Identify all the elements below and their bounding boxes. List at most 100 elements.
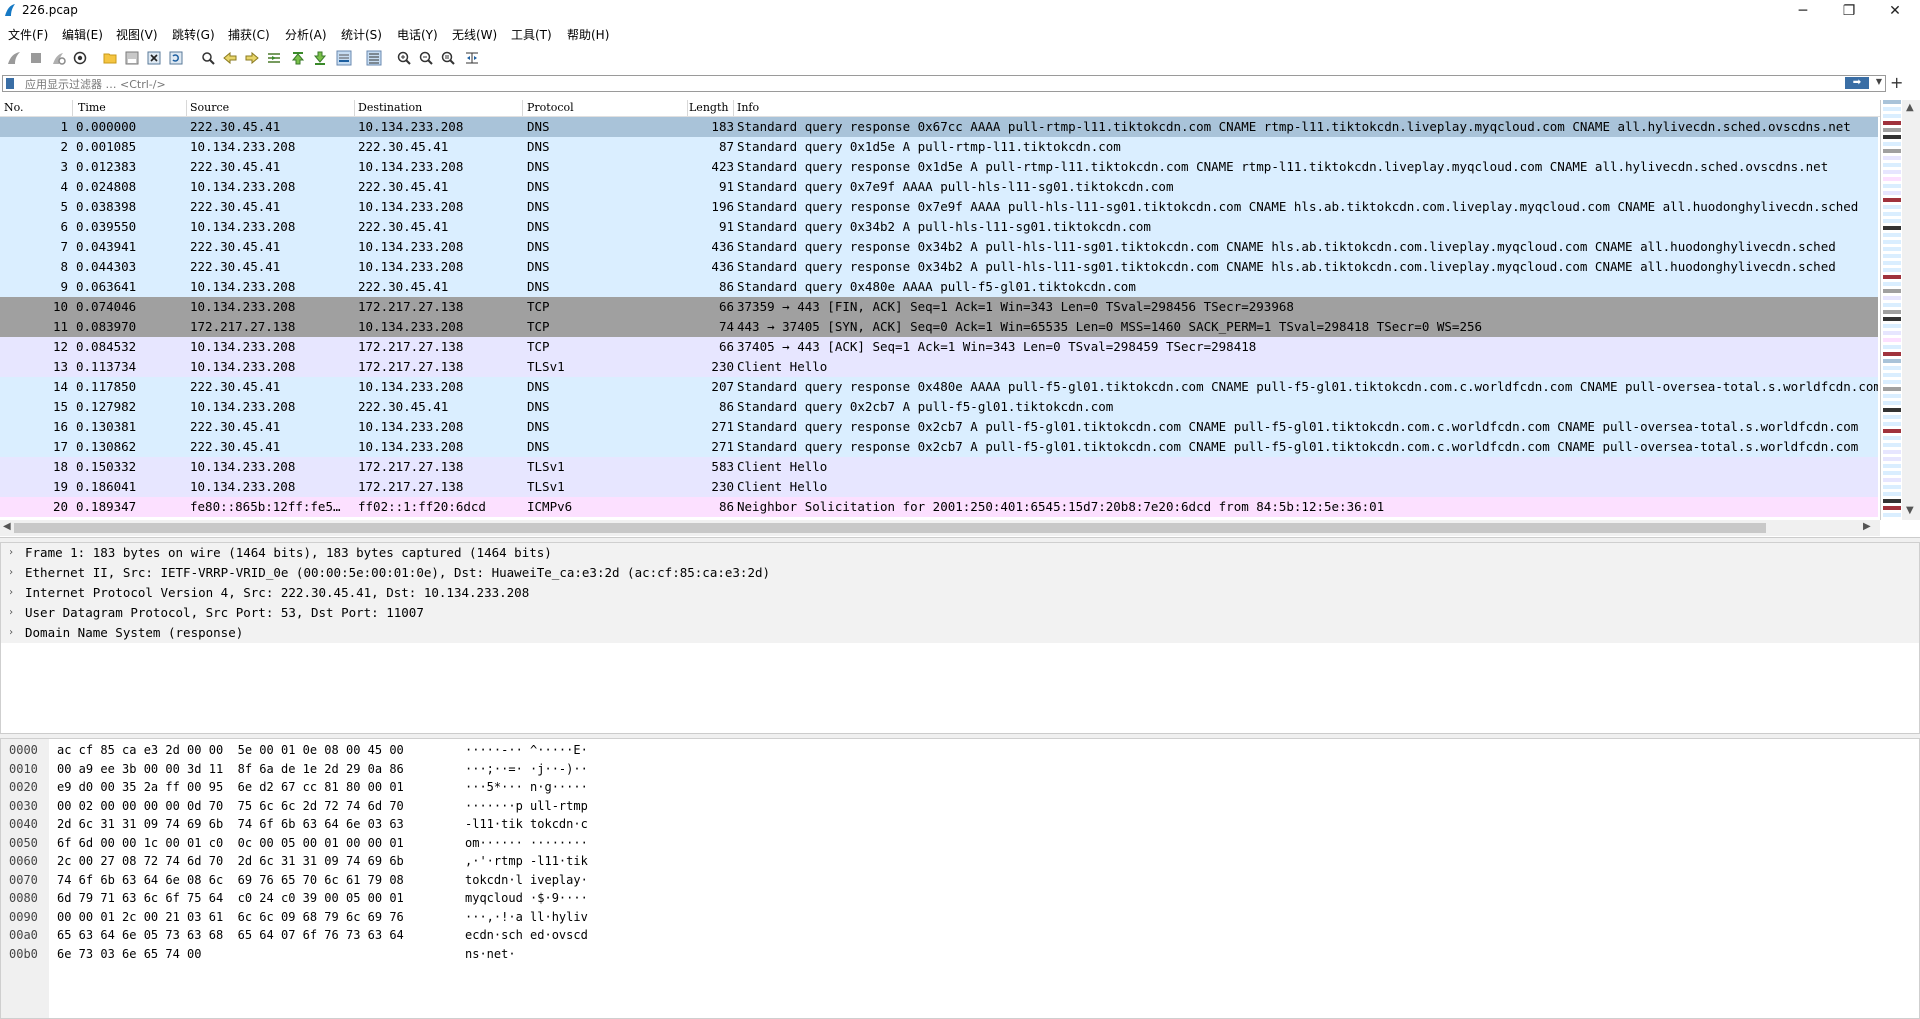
ascii-bytes[interactable]: ns·net·: [465, 945, 516, 963]
column-protocol[interactable]: Protocol: [527, 101, 574, 115]
packet-row[interactable]: 7 0.043941 222.30.45.41 10.134.233.208 DNS 43…: [0, 237, 1878, 257]
expand-chevron-icon[interactable]: ›: [8, 623, 14, 643]
column-no[interactable]: No.: [4, 101, 24, 115]
scroll-down-icon[interactable]: ▼: [1906, 505, 1914, 516]
packet-row[interactable]: 14 0.117850 222.30.45.41 10.134.233.208 DNS 2…: [0, 377, 1878, 397]
expand-chevron-icon[interactable]: ›: [8, 603, 14, 623]
column-divider[interactable]: [72, 100, 73, 116]
apply-filter-button[interactable]: ➡: [1845, 77, 1869, 89]
column-length[interactable]: Length: [689, 101, 728, 115]
detail-tree-item[interactable]: › Frame 1: 183 bytes on wire (1464 bits),…: [1, 543, 1919, 563]
ascii-bytes[interactable]: ···;··=· ·j··-)··: [465, 760, 588, 778]
add-filter-button[interactable]: +: [1890, 73, 1903, 92]
expand-chevron-icon[interactable]: ›: [8, 543, 14, 563]
packet-row[interactable]: 18 0.150332 10.134.233.208 172.217.27.138 TL…: [0, 457, 1878, 477]
packet-row[interactable]: 3 0.012383 222.30.45.41 10.134.233.208 DNS 42…: [0, 157, 1878, 177]
hex-bytes[interactable]: 65 63 64 6e 05 73 63 68 65 64 07 6f 76 7…: [57, 926, 404, 944]
go-to-packet-icon[interactable]: [266, 50, 282, 66]
ascii-bytes[interactable]: myqcloud ·$·9····: [465, 889, 588, 907]
zoom-out-icon[interactable]: [418, 50, 434, 66]
menu-help[interactable]: 帮助(H): [567, 26, 609, 43]
go-back-icon[interactable]: [222, 50, 238, 66]
maximize-button[interactable]: ❐: [1826, 0, 1872, 22]
packet-list-vscrollbar[interactable]: ▲ ▼: [1902, 100, 1920, 520]
column-divider[interactable]: [522, 100, 523, 116]
column-destination[interactable]: Destination: [358, 101, 422, 115]
column-divider[interactable]: [687, 100, 688, 116]
detail-tree-item[interactable]: › Internet Protocol Version 4, Src: 222.3…: [1, 583, 1919, 603]
column-divider[interactable]: [733, 100, 734, 116]
column-info[interactable]: Info: [737, 101, 759, 115]
chevron-down-icon[interactable]: ▼: [1876, 77, 1882, 86]
resize-columns-icon[interactable]: [464, 50, 480, 66]
packet-row[interactable]: 6 0.039550 10.134.233.208 222.30.45.41 DNS 91…: [0, 217, 1878, 237]
packet-bytes[interactable]: 0000 ac cf 85 ca e3 2d 00 00 5e 00 01 0e …: [0, 738, 1920, 1019]
detail-tree-item[interactable]: › Domain Name System (response): [1, 623, 1919, 643]
menu-telephony[interactable]: 电话(Y): [397, 26, 438, 43]
expand-chevron-icon[interactable]: ›: [8, 563, 14, 583]
hex-bytes[interactable]: ac cf 85 ca e3 2d 00 00 5e 00 01 0e 08 0…: [57, 741, 404, 759]
packet-row[interactable]: 11 0.083970 172.217.27.138 10.134.233.208 TC…: [0, 317, 1878, 337]
start-capture-icon[interactable]: [6, 50, 22, 66]
column-divider[interactable]: [354, 100, 355, 116]
restart-capture-icon[interactable]: [50, 50, 66, 66]
detail-tree-item[interactable]: › Ethernet II, Src: IETF-VRRP-VRID_0e (00…: [1, 563, 1919, 583]
autoscroll-icon[interactable]: [336, 50, 352, 66]
capture-options-icon[interactable]: [72, 50, 88, 66]
packet-row[interactable]: 2 0.001085 10.134.233.208 222.30.45.41 DNS 87…: [0, 137, 1878, 157]
packet-row[interactable]: 16 0.130381 222.30.45.41 10.134.233.208 DNS 2…: [0, 417, 1878, 437]
zoom-normal-icon[interactable]: [440, 50, 456, 66]
go-first-packet-icon[interactable]: [290, 50, 306, 66]
hex-bytes[interactable]: 6f 6d 00 00 1c 00 01 c0 0c 00 05 00 01 0…: [57, 834, 404, 852]
column-time[interactable]: Time: [78, 101, 106, 115]
packet-row[interactable]: 19 0.186041 10.134.233.208 172.217.27.138 TL…: [0, 477, 1878, 497]
ascii-bytes[interactable]: ,·'·rtmp -l11·tik: [465, 852, 588, 870]
scroll-right-icon[interactable]: ▶: [1863, 521, 1871, 532]
menu-wireless[interactable]: 无线(W): [452, 26, 497, 43]
hex-bytes[interactable]: 74 6f 6b 63 64 6e 08 6c 69 76 65 70 6c 6…: [57, 871, 404, 889]
menu-file[interactable]: 文件(F): [8, 26, 48, 43]
ascii-bytes[interactable]: ·······p ull-rtmp: [465, 797, 588, 815]
packet-details[interactable]: › Frame 1: 183 bytes on wire (1464 bits),…: [0, 542, 1920, 734]
hscroll-thumb[interactable]: [14, 523, 1766, 533]
column-divider[interactable]: [186, 100, 187, 116]
ascii-bytes[interactable]: ···5*··· n·g·····: [465, 778, 588, 796]
scroll-up-icon[interactable]: ▲: [1906, 102, 1914, 113]
ascii-bytes[interactable]: tokcdn·l iveplay·: [465, 871, 588, 889]
close-button[interactable]: ✕: [1872, 0, 1918, 22]
bookmark-icon[interactable]: [6, 78, 14, 89]
reload-file-icon[interactable]: [168, 50, 184, 66]
menu-analyze[interactable]: 分析(A): [285, 26, 327, 43]
packet-row[interactable]: 5 0.038398 222.30.45.41 10.134.233.208 DNS 19…: [0, 197, 1878, 217]
hex-bytes[interactable]: 2d 6c 31 31 09 74 69 6b 74 6f 6b 63 64 6…: [57, 815, 404, 833]
menu-edit[interactable]: 编辑(E): [62, 26, 103, 43]
column-source[interactable]: Source: [190, 101, 229, 115]
expand-chevron-icon[interactable]: ›: [8, 583, 14, 603]
ascii-bytes[interactable]: om······ ········: [465, 834, 588, 852]
ascii-bytes[interactable]: ecdn·sch ed·ovscd: [465, 926, 588, 944]
packet-row[interactable]: 20 0.189347 fe80::865b:12ff:fe5… ff02::1:ff…: [0, 497, 1878, 517]
packet-row[interactable]: 12 0.084532 10.134.233.208 172.217.27.138 TC…: [0, 337, 1878, 357]
stop-capture-icon[interactable]: [28, 50, 44, 66]
scroll-left-icon[interactable]: ◀: [3, 521, 11, 532]
close-file-icon[interactable]: [146, 50, 162, 66]
packet-row[interactable]: 13 0.113734 10.134.233.208 172.217.27.138 TL…: [0, 357, 1878, 377]
hex-bytes[interactable]: 00 00 01 2c 00 21 03 61 6c 6c 09 68 79 6…: [57, 908, 404, 926]
packet-row[interactable]: 17 0.130862 222.30.45.41 10.134.233.208 DNS 2…: [0, 437, 1878, 457]
menu-view[interactable]: 视图(V): [116, 26, 158, 43]
packet-row[interactable]: 4 0.024808 10.134.233.208 222.30.45.41 DNS 91…: [0, 177, 1878, 197]
packet-row[interactable]: 15 0.127982 10.134.233.208 222.30.45.41 DNS 8…: [0, 397, 1878, 417]
menu-capture[interactable]: 捕获(C): [228, 26, 270, 43]
packet-row[interactable]: 8 0.044303 222.30.45.41 10.134.233.208 DNS 43…: [0, 257, 1878, 277]
menu-tools[interactable]: 工具(T): [511, 26, 552, 43]
hex-bytes[interactable]: 6d 79 71 63 6c 6f 75 64 c0 24 c0 39 00 0…: [57, 889, 404, 907]
go-forward-icon[interactable]: [244, 50, 260, 66]
colorize-icon[interactable]: [366, 50, 382, 66]
packet-row[interactable]: 1 0.000000 222.30.45.41 10.134.233.208 DNS 18…: [0, 117, 1878, 137]
hex-bytes[interactable]: 2c 00 27 08 72 74 6d 70 2d 6c 31 31 09 7…: [57, 852, 404, 870]
zoom-in-icon[interactable]: [396, 50, 412, 66]
hex-bytes[interactable]: 00 02 00 00 00 00 0d 70 75 6c 6c 2d 72 7…: [57, 797, 404, 815]
menu-go[interactable]: 跳转(G): [172, 26, 215, 43]
open-file-icon[interactable]: [102, 50, 118, 66]
packet-list-hscrollbar[interactable]: ◀ ▶: [0, 520, 1880, 536]
